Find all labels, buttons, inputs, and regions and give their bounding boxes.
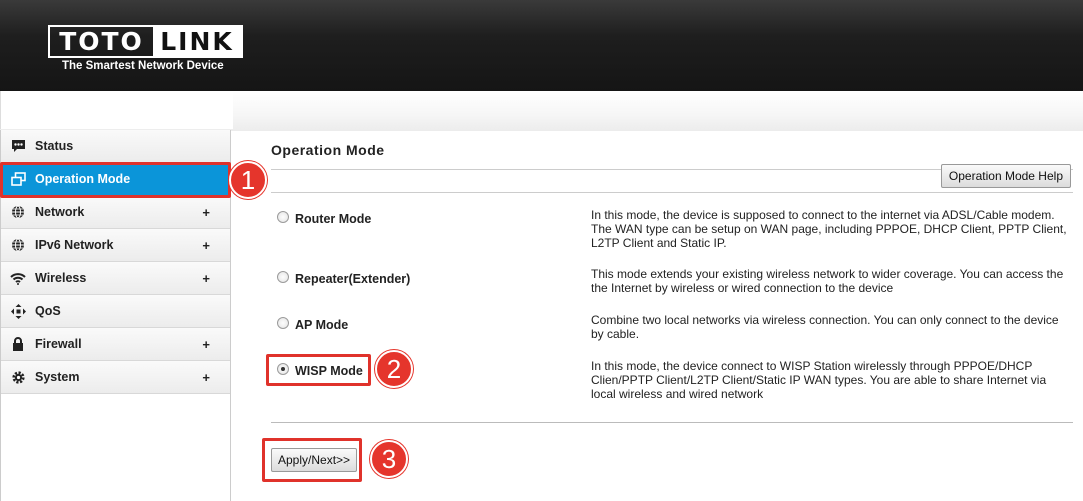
operation-mode-help-button[interactable]: Operation Mode Help: [940, 164, 1071, 188]
router-mode-radio[interactable]: [277, 211, 289, 223]
mode-description: In this mode, the device connect to WISP…: [591, 359, 1047, 401]
logo-tagline: The Smartest Network Device: [62, 60, 224, 72]
sidebar-item-status[interactable]: Status: [1, 130, 230, 163]
sidebar-item-operation-mode[interactable]: Operation Mode: [1, 163, 230, 196]
sidebar-item-label: System: [35, 370, 80, 384]
gear-icon: [10, 369, 26, 385]
mode-description: This mode extends your existing wireless…: [591, 267, 1064, 295]
mode-label: AP Mode: [295, 318, 349, 332]
mode-description: In this mode, the device is supposed to …: [591, 208, 1067, 250]
status-icon: [10, 138, 26, 154]
sub-header-left-panel: [0, 91, 233, 129]
sidebar-item-wireless[interactable]: Wireless +: [1, 262, 230, 295]
sidebar-item-label: QoS: [35, 304, 61, 318]
expand-plus-icon[interactable]: +: [202, 205, 210, 220]
lock-icon: [10, 336, 26, 352]
step-badge-1: 1: [229, 161, 267, 199]
globe-icon: [10, 237, 26, 253]
expand-plus-icon[interactable]: +: [202, 271, 210, 286]
sidebar-item-label: Wireless: [35, 271, 87, 285]
step-badge-2: 2: [375, 350, 413, 388]
wifi-icon: [10, 270, 26, 286]
page-title: Operation Mode: [271, 142, 385, 158]
expand-plus-icon[interactable]: +: [202, 370, 210, 385]
globe-icon: [10, 204, 26, 220]
sidebar-item-label: Operation Mode: [35, 172, 131, 186]
sidebar-nav: Status Operation Mode Network + IPv6 Net…: [0, 130, 231, 501]
sidebar-item-label: Status: [35, 139, 74, 153]
header-divider: [271, 192, 1073, 193]
logo-text-toto: TOTO: [59, 27, 144, 56]
sidebar-item-label: Network: [35, 205, 85, 219]
step-badge-3: 3: [370, 440, 408, 478]
apply-next-button[interactable]: Apply/Next>>: [271, 448, 358, 472]
sidebar-item-label: Firewall: [35, 337, 82, 351]
mode-label: Repeater(Extender): [295, 272, 411, 286]
repeater-mode-radio[interactable]: [277, 271, 289, 283]
wisp-mode-radio[interactable]: [277, 363, 289, 375]
sidebar-item-firewall[interactable]: Firewall +: [1, 328, 230, 361]
mode-label: Router Mode: [295, 212, 372, 226]
mode-description: Combine two local networks via wireless …: [591, 313, 1059, 341]
expand-plus-icon[interactable]: +: [202, 337, 210, 352]
mode-label: WISP Mode: [295, 364, 363, 378]
logo-text-link: LINK: [153, 27, 241, 56]
sidebar-item-qos[interactable]: QoS: [1, 295, 230, 328]
sidebar-item-system[interactable]: System +: [1, 361, 230, 394]
totolink-logo: TOTO LINK The Smartest Network Device: [48, 25, 243, 75]
sidebar-item-ipv6-network[interactable]: IPv6 Network +: [1, 229, 230, 262]
header-bar: TOTO LINK The Smartest Network Device: [0, 0, 1083, 91]
operation-mode-icon: [10, 171, 26, 187]
footer-divider: [271, 422, 1073, 423]
ap-mode-radio[interactable]: [277, 317, 289, 329]
qos-icon: [10, 303, 26, 319]
expand-plus-icon[interactable]: +: [202, 238, 210, 253]
sidebar-item-label: IPv6 Network: [35, 238, 114, 252]
sidebar-item-network[interactable]: Network +: [1, 196, 230, 229]
